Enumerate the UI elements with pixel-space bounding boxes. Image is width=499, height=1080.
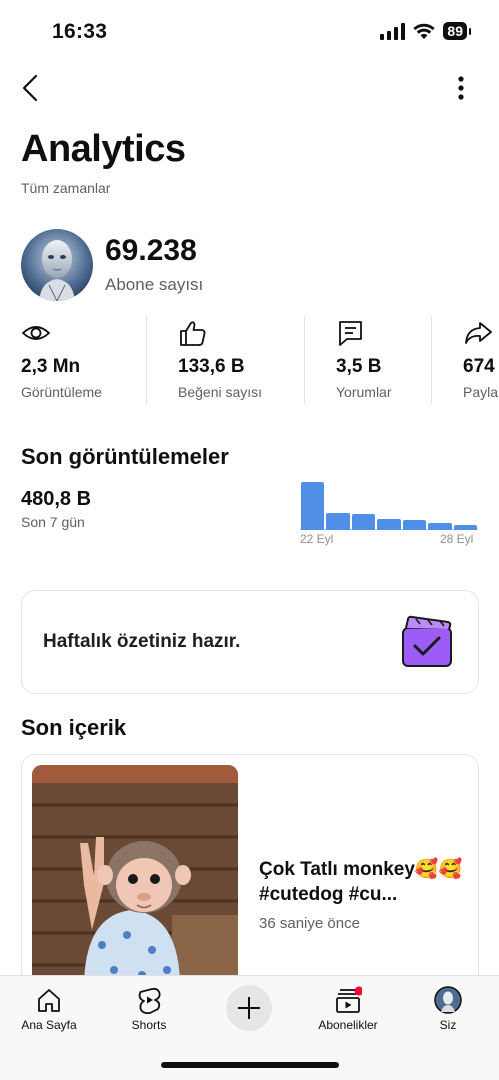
clapperboard-check-icon xyxy=(402,615,452,667)
subscriptions-icon xyxy=(336,986,362,1013)
home-icon xyxy=(38,989,60,1012)
share-icon xyxy=(465,322,492,344)
metric-label: Beğeni sayısı xyxy=(178,384,263,400)
chart-bar xyxy=(377,519,401,530)
nav-subscriptions[interactable]: Abonelikler xyxy=(303,984,393,1036)
monkey-thumbnail-image xyxy=(32,765,238,993)
nav-label: Abonelikler xyxy=(318,1018,378,1032)
more-vertical-icon xyxy=(458,76,464,100)
nav-shorts[interactable]: Shorts xyxy=(104,984,194,1036)
recent-content-title: Son içerik xyxy=(21,715,127,740)
comment-icon xyxy=(339,321,362,346)
recent-views-period: Son 7 gün xyxy=(21,514,85,530)
metric-value: 2,3 Mn xyxy=(21,356,81,377)
metric-value: 674 xyxy=(463,356,495,377)
shorts-icon xyxy=(138,987,161,1014)
battery-indicator: 89 xyxy=(443,22,471,40)
metric-shares[interactable]: 674 Payla xyxy=(463,314,499,404)
metric-comments[interactable]: 3,5 B Yorumlar xyxy=(336,314,431,404)
avatar-icon xyxy=(434,986,462,1014)
status-icons: 89 xyxy=(380,22,471,40)
nav-label: Siz xyxy=(439,1018,457,1032)
subscriber-count: 69.238 xyxy=(105,234,197,267)
back-button[interactable] xyxy=(16,72,48,104)
metric-divider xyxy=(146,316,147,404)
chart-bar xyxy=(326,512,350,530)
nav-label: Ana Sayfa xyxy=(21,1018,77,1032)
weekly-summary-card[interactable]: Haftalık özetiniz hazır. xyxy=(21,590,479,694)
video-published-time: 36 saniye önce xyxy=(259,915,360,932)
metric-label: Yorumlar xyxy=(336,384,392,400)
recent-content-card[interactable]: Çok Tatlı monkey🥰🥰 #cutedog #cu... 36 sa… xyxy=(21,754,479,994)
signal-icon xyxy=(380,22,406,40)
chevron-left-icon xyxy=(22,74,38,102)
nav-you[interactable]: Siz xyxy=(403,984,493,1036)
metric-divider xyxy=(304,316,305,404)
page-subtitle: Tüm zamanlar xyxy=(21,180,111,196)
home-indicator xyxy=(161,1062,339,1068)
metric-value: 3,5 B xyxy=(336,356,382,377)
chart-end-label: 28 Eyl xyxy=(440,532,474,546)
video-thumbnail[interactable] xyxy=(32,765,238,993)
recent-views-title: Son görüntülemeler xyxy=(21,444,229,469)
chart-start-label: 22 Eyl xyxy=(300,532,334,546)
metric-label: Payla xyxy=(463,384,499,400)
video-title[interactable]: Çok Tatlı monkey🥰🥰 #cutedog #cu... xyxy=(259,857,463,907)
metric-divider xyxy=(431,316,432,404)
page-title: Analytics xyxy=(21,128,186,170)
nav-label: Shorts xyxy=(131,1018,167,1032)
chart-bar xyxy=(402,520,427,530)
recent-views-value: 480,8 B xyxy=(21,488,92,510)
status-time: 16:33 xyxy=(52,20,108,43)
metric-value: 133,6 B xyxy=(178,356,245,377)
metric-likes[interactable]: 133,6 B Beğeni sayısı xyxy=(178,314,303,404)
chart-bar xyxy=(453,525,477,530)
status-bar: 16:33 89 xyxy=(0,0,499,66)
create-button[interactable] xyxy=(226,985,272,1031)
plus-icon xyxy=(238,997,260,1019)
eye-icon xyxy=(21,326,51,340)
weekly-summary-text: Haftalık özetiniz hazır. xyxy=(43,631,241,652)
metric-label: Görüntüleme xyxy=(21,384,102,400)
metric-views[interactable]: 2,3 Mn Görüntüleme xyxy=(21,314,146,404)
wifi-icon xyxy=(413,23,436,39)
chart-bar xyxy=(301,482,325,530)
metrics-row: 2,3 Mn Görüntüleme 133,6 B Beğeni sayısı… xyxy=(0,314,499,406)
more-options-button[interactable] xyxy=(447,74,475,102)
chart-bar xyxy=(428,523,452,530)
nav-home[interactable]: Ana Sayfa xyxy=(4,984,94,1036)
chart-bar xyxy=(351,514,376,530)
thumbs-up-icon xyxy=(180,321,206,346)
channel-avatar[interactable] xyxy=(21,229,93,301)
subscriber-label: Abone sayısı xyxy=(105,275,204,294)
robot-avatar-image xyxy=(21,229,93,301)
recent-views-chart[interactable] xyxy=(300,480,478,530)
